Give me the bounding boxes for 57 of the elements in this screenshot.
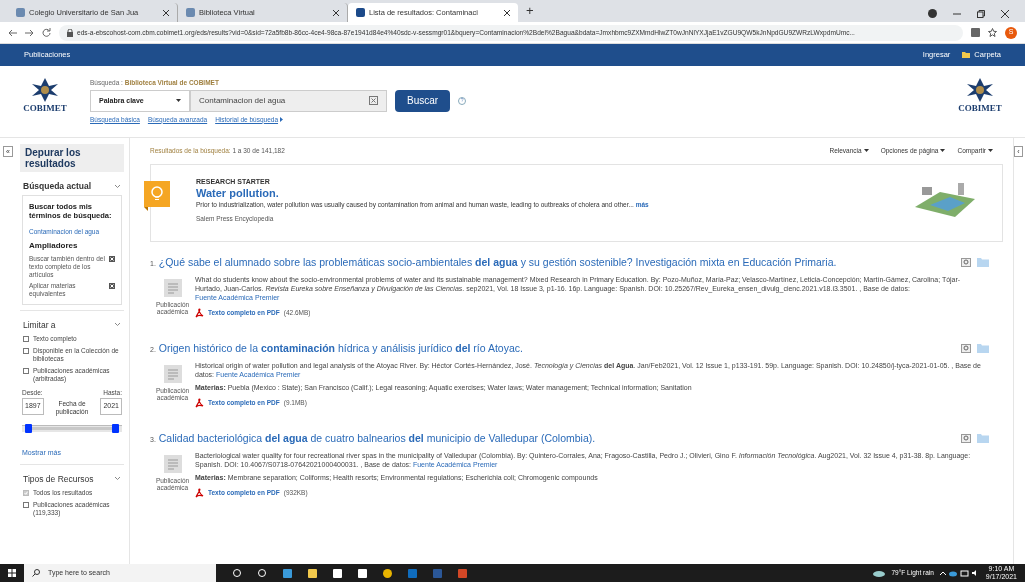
- preview-icon: [961, 344, 971, 354]
- reload-icon: [42, 28, 51, 37]
- close-icon: [333, 9, 339, 16]
- document-icon: [163, 454, 182, 473]
- lock-icon: [67, 28, 73, 37]
- account-icon: [928, 9, 937, 18]
- back-icon: [8, 28, 17, 37]
- checkbox[interactable]: [23, 502, 29, 509]
- new-tab-button[interactable]: +: [518, 0, 542, 22]
- sidebar-title: Depurar los resultados: [20, 144, 124, 172]
- chevron-icon: [114, 476, 121, 482]
- section-heading[interactable]: Tipos de Recursos: [20, 472, 124, 486]
- logo-text: COBIMET: [23, 102, 67, 115]
- cloud-icon: [873, 569, 886, 577]
- checkbox[interactable]: [23, 348, 29, 355]
- expanders-label: Ampliadores: [29, 239, 79, 252]
- favicon-icon: [356, 8, 365, 17]
- restore-icon: [977, 9, 985, 18]
- research-starter-title[interactable]: Water pollution.: [196, 187, 649, 201]
- caret-icon: [863, 149, 869, 153]
- pdf-icon: [195, 487, 204, 498]
- search-button[interactable]: Buscar: [395, 89, 451, 112]
- task-view-icon[interactable]: [232, 567, 243, 579]
- lightbulb-icon: [144, 180, 170, 211]
- section-heading[interactable]: Limitar a: [20, 318, 124, 332]
- close-icon: [504, 9, 510, 16]
- remove-icon: [109, 255, 115, 262]
- logo-emblem-icon: [967, 78, 993, 102]
- slider-handle[interactable]: [25, 424, 32, 433]
- star-icon: [988, 28, 997, 37]
- checkbox[interactable]: [23, 368, 29, 375]
- caret-icon: [280, 117, 284, 123]
- caret-icon: [176, 99, 181, 103]
- remove-icon: [109, 282, 115, 289]
- search-icon: [32, 569, 40, 577]
- pdf-icon: [195, 307, 204, 318]
- checkbox[interactable]: [23, 336, 29, 343]
- preview-icon: [961, 434, 971, 444]
- search-field[interactable]: Contaminacion del agua: [190, 89, 387, 112]
- close-icon: [163, 9, 169, 16]
- slider-handle[interactable]: [112, 424, 119, 433]
- preview-icon: [961, 258, 971, 268]
- caret-icon: [940, 149, 946, 153]
- document-icon: [163, 278, 182, 297]
- chevron-icon: [114, 322, 121, 328]
- favicon-icon: [16, 8, 25, 17]
- caret-icon: [988, 149, 993, 153]
- logo-emblem-icon: [32, 78, 58, 102]
- favicon-icon: [186, 8, 195, 17]
- chevron-icon: [114, 183, 121, 189]
- forward-icon: [25, 28, 34, 37]
- section-heading[interactable]: Búsqueda actual: [20, 180, 124, 193]
- pdf-icon: [195, 397, 204, 408]
- logo-text: COBIMET: [958, 102, 1002, 115]
- clear-icon: [369, 96, 378, 106]
- document-icon: [163, 364, 182, 383]
- close-icon: [1001, 9, 1009, 18]
